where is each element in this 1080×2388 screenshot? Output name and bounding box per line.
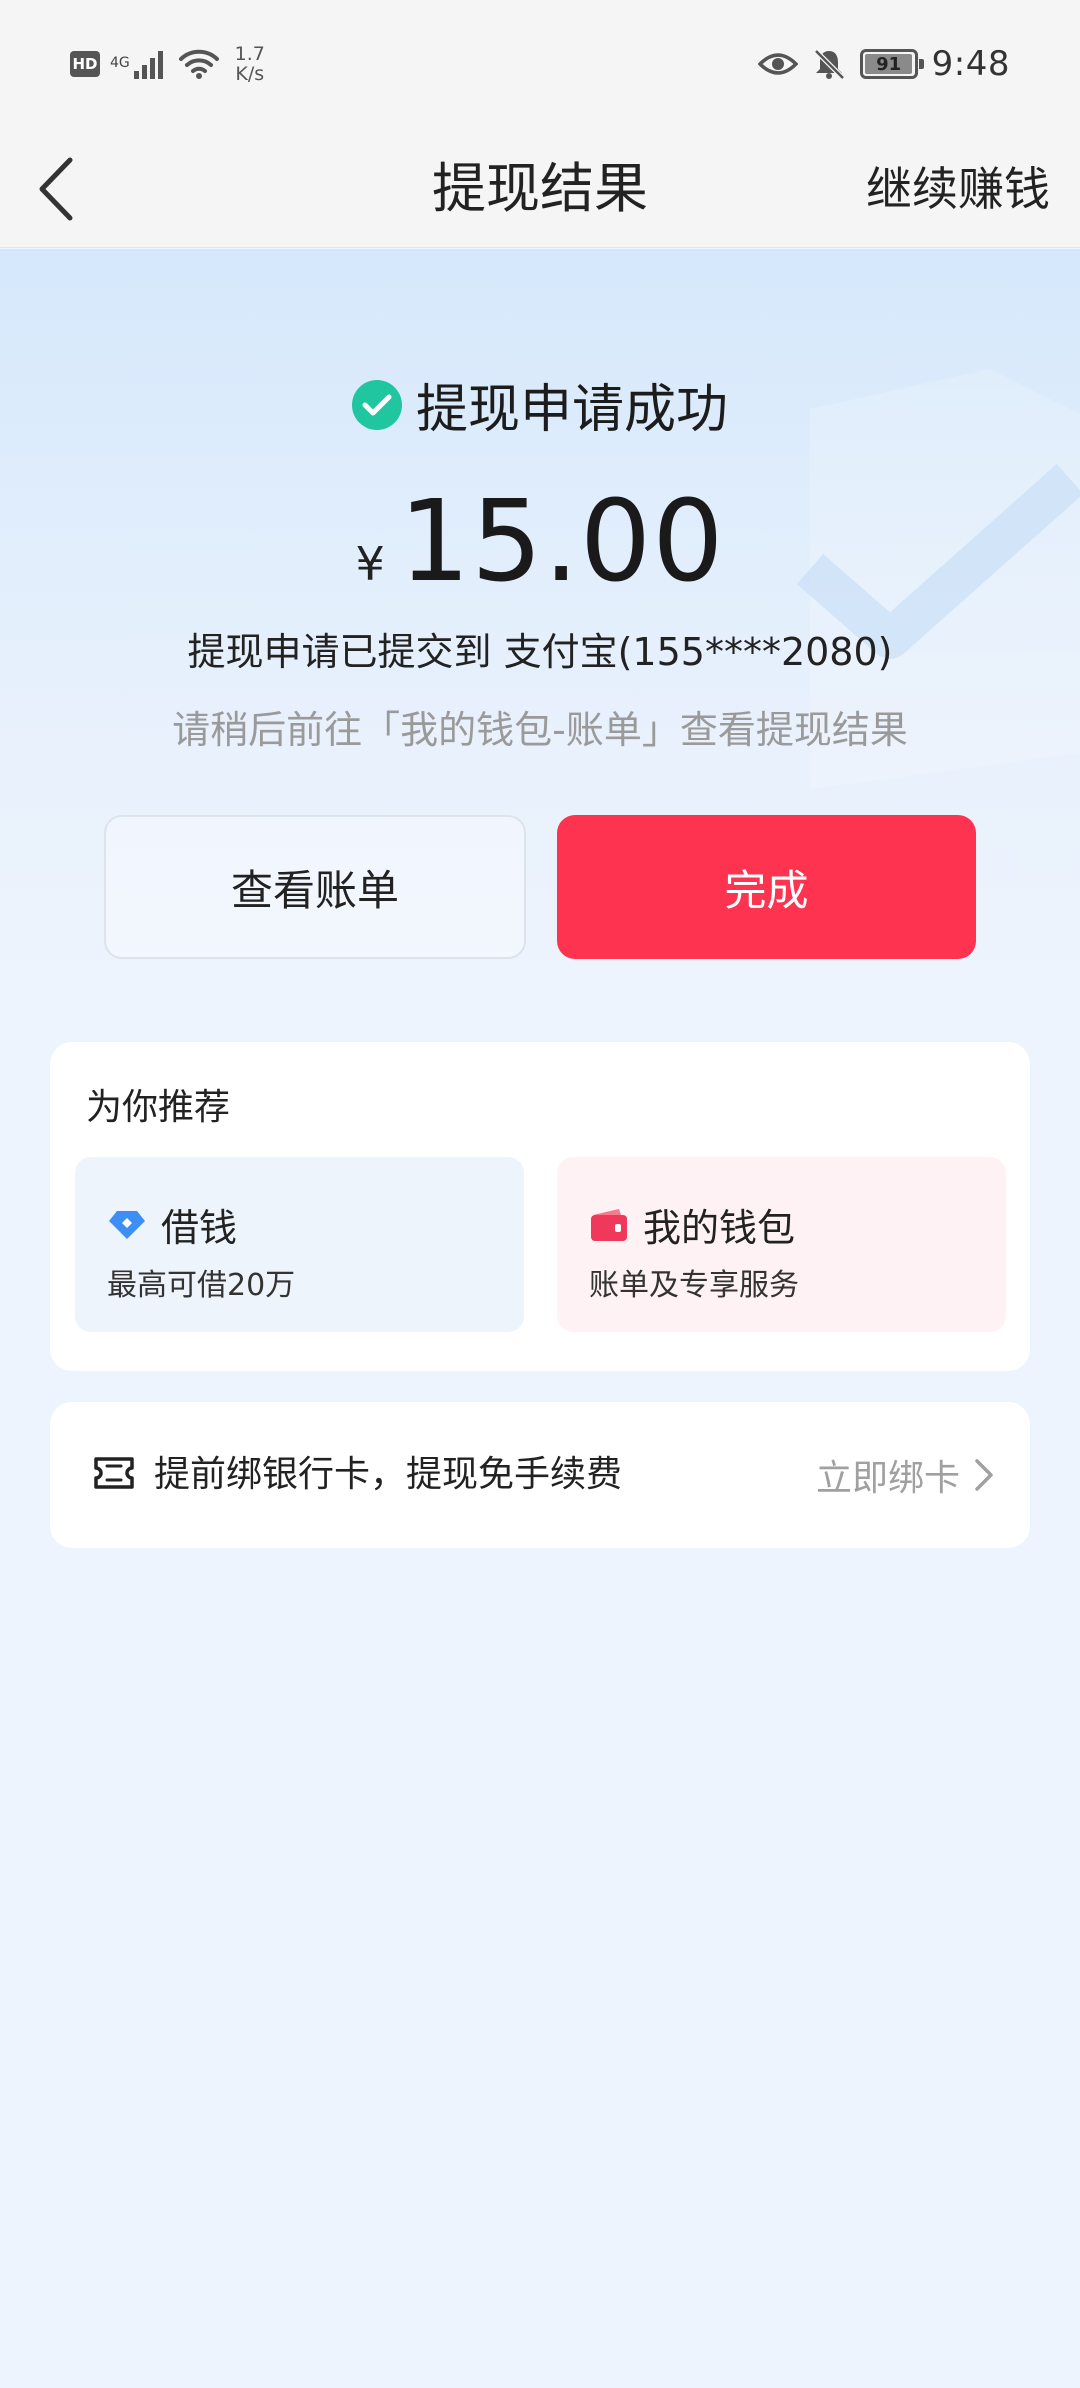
recommend-item-name: 我的钱包 xyxy=(643,1206,796,1250)
submitted-to-text: 提现申请已提交到 支付宝(155****2080) xyxy=(187,630,893,674)
speed-unit: K/s xyxy=(235,63,265,85)
clock: 9:48 xyxy=(931,44,1010,84)
continue-earning-button[interactable]: 继续赚钱 xyxy=(866,130,1050,248)
nav-bar: 提现结果 继续赚钱 xyxy=(0,130,1080,248)
success-status-text: 提现申请成功 xyxy=(415,380,728,440)
battery-level: 91 xyxy=(876,53,902,75)
recommend-title: 为你推荐 xyxy=(86,1087,231,1128)
recommend-item-name: 借钱 xyxy=(161,1206,238,1250)
bell-off-icon xyxy=(813,49,845,80)
signal-bars-icon xyxy=(133,51,163,79)
recommend-item-head: 我的钱包 xyxy=(589,1197,795,1252)
bind-now-link[interactable]: 立即绑卡 xyxy=(816,1402,994,1548)
status-left: HD 4G 1.7 K/s xyxy=(70,44,270,84)
battery-icon: 91 xyxy=(859,49,924,79)
bind-card-text: 提前绑银行卡，提现免手续费 xyxy=(154,1454,623,1495)
eye-icon xyxy=(757,53,798,75)
status-right: 91 9:48 xyxy=(757,44,1010,84)
wallet-icon xyxy=(591,1208,627,1241)
diamond-icon xyxy=(109,1210,145,1239)
network-speed: 1.7 K/s xyxy=(230,44,270,84)
cellular-signal: 4G xyxy=(110,49,168,79)
currency-symbol: ¥ xyxy=(355,537,385,591)
view-bill-button[interactable]: 查看账单 xyxy=(104,815,526,959)
withdraw-amount: 15.00 xyxy=(398,477,725,607)
check-result-hint: 请稍后前往「我的钱包-账单」查看提现结果 xyxy=(172,708,908,752)
recommend-item-wallet[interactable]: 我的钱包 账单及专享服务 xyxy=(557,1157,1006,1332)
check-icon xyxy=(362,394,392,415)
recommend-item-desc: 最高可借20万 xyxy=(107,1268,296,1303)
bind-now-label: 立即绑卡 xyxy=(815,1458,960,1499)
bind-bank-card-banner[interactable]: 提前绑银行卡，提现免手续费 立即绑卡 xyxy=(50,1402,1030,1548)
recommend-item-desc: 账单及专享服务 xyxy=(589,1268,799,1303)
check-circle-icon xyxy=(351,379,402,430)
hd-badge: HD xyxy=(70,51,100,77)
success-header: 提现申请成功 xyxy=(0,367,1080,442)
recommend-item-head: 借钱 xyxy=(107,1197,237,1252)
wifi-icon xyxy=(178,49,219,79)
back-button[interactable] xyxy=(36,144,96,234)
network-type-label: 4G xyxy=(110,55,130,71)
amount-display: ¥ 15.00 xyxy=(0,477,1080,607)
result-panel: 提现申请成功 ¥ 15.00 提现申请已提交到 支付宝(155****2080)… xyxy=(0,249,1080,1009)
chevron-right-icon xyxy=(975,1459,993,1491)
done-button[interactable]: 完成 xyxy=(557,815,976,959)
status-bar: HD 4G 1.7 K/s 91 9:48 xyxy=(0,0,1080,130)
recommend-card: 为你推荐 借钱 最高可借20万 我的钱包 账单及专享服务 xyxy=(50,1042,1030,1371)
speed-value: 1.7 xyxy=(234,43,265,65)
ticket-icon xyxy=(94,1457,134,1489)
chevron-left-icon xyxy=(39,157,73,221)
recommend-item-loan[interactable]: 借钱 最高可借20万 xyxy=(75,1157,524,1332)
